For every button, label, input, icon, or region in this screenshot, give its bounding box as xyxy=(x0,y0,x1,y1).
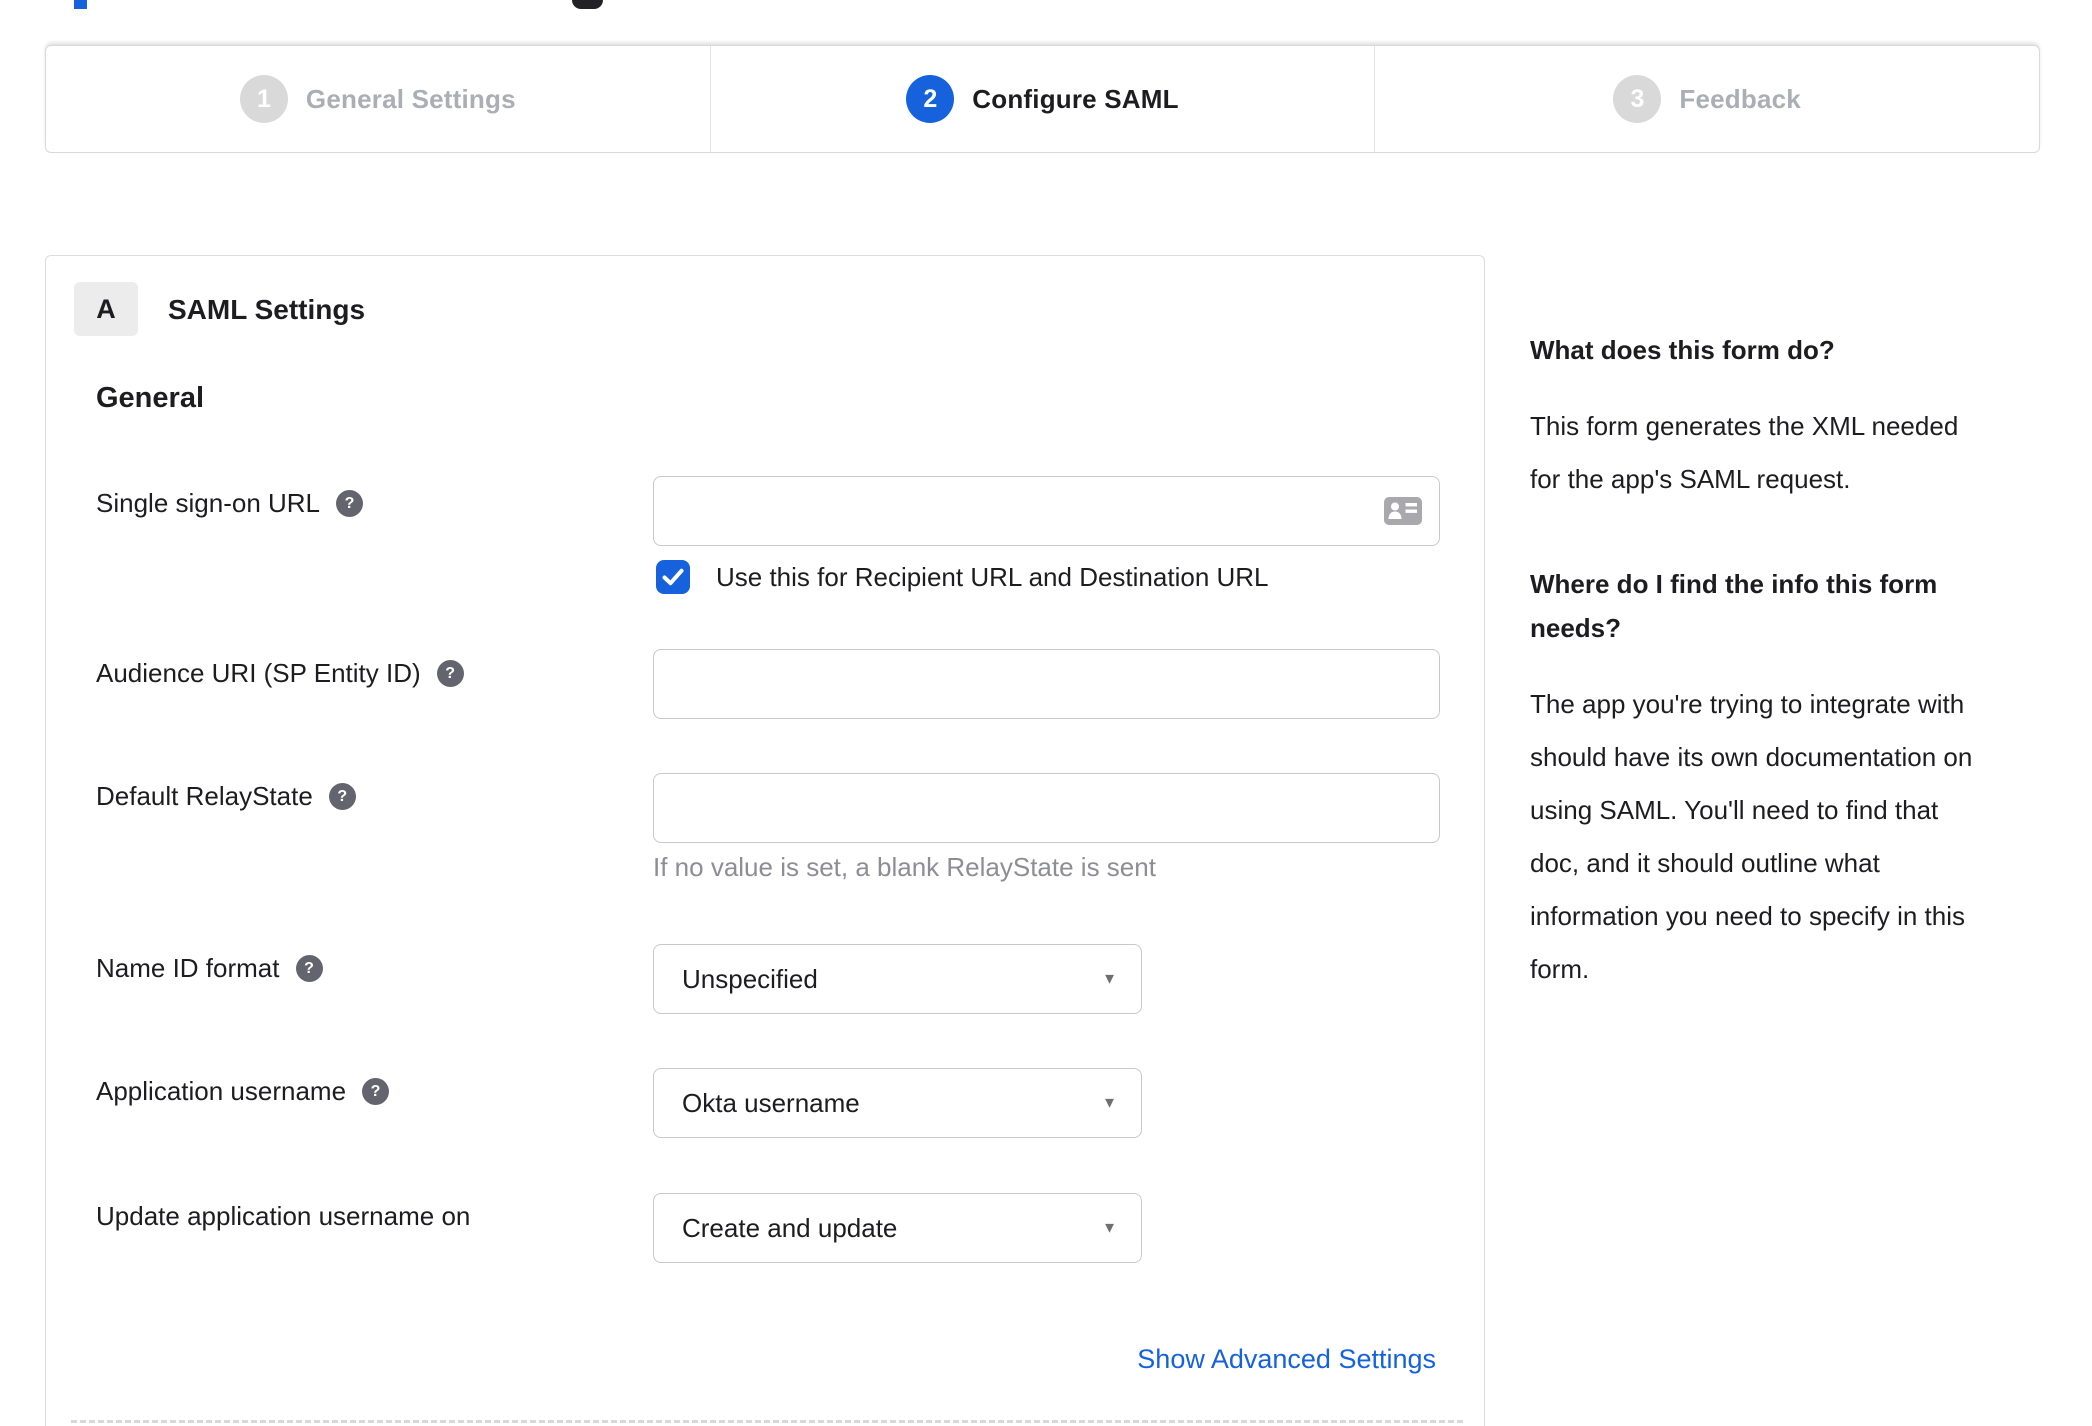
application-username-help-icon[interactable]: ? xyxy=(362,1078,390,1105)
chevron-down-icon: ▼ xyxy=(1102,1094,1117,1112)
step-2-label: Configure SAML xyxy=(972,83,1179,114)
name-id-format-select[interactable]: Unspecified ▼ xyxy=(653,944,1142,1014)
sidebar-answer-1: This form generates the XML needed for t… xyxy=(1530,411,1959,494)
step-1-label: General Settings xyxy=(305,83,516,114)
name-id-format-value: Unspecified xyxy=(682,963,818,994)
sso-url-input[interactable] xyxy=(653,476,1440,546)
cutoff-page-title-fragment xyxy=(74,0,87,9)
relay-state-label: Default RelayState xyxy=(96,781,313,811)
show-advanced-settings-link[interactable]: Show Advanced Settings xyxy=(1137,1344,1436,1375)
audience-uri-input[interactable] xyxy=(653,649,1440,719)
relay-state-help-icon[interactable]: ? xyxy=(328,783,356,810)
wizard-stepper: 1 General Settings 2 Configure SAML 3 Fe… xyxy=(45,45,2040,153)
audience-uri-help-icon[interactable]: ? xyxy=(436,660,464,687)
sidebar-answer-2: The app you're trying to integrate with … xyxy=(1530,689,1973,984)
application-username-label: Application username xyxy=(96,1076,347,1106)
sso-recipient-checkbox-row: Use this for Recipient URL and Destinati… xyxy=(656,560,1269,594)
relay-state-input-wrap xyxy=(653,773,1440,843)
audience-uri-input-wrap xyxy=(653,649,1440,719)
recipient-destination-checkbox-label: Use this for Recipient URL and Destinati… xyxy=(716,561,1269,592)
step-3-number-badge: 3 xyxy=(1613,75,1662,123)
relay-state-input[interactable] xyxy=(653,773,1440,843)
step-general-settings[interactable]: 1 General Settings xyxy=(46,46,710,152)
recipient-destination-checkbox[interactable] xyxy=(656,560,690,594)
sidebar-question-1: What does this form do? xyxy=(1530,335,1835,365)
cutoff-app-logo-fragment xyxy=(572,0,603,9)
step-1-number-badge: 1 xyxy=(239,75,288,123)
application-username-value: Okta username xyxy=(682,1087,860,1118)
update-username-label-row: Update application username on xyxy=(96,1201,470,1232)
name-id-format-help-icon[interactable]: ? xyxy=(295,955,323,982)
sso-url-label-row: Single sign-on URL ? xyxy=(96,488,364,519)
general-section-heading: General xyxy=(96,382,204,414)
chevron-down-icon: ▼ xyxy=(1102,1219,1117,1237)
step-feedback[interactable]: 3 Feedback xyxy=(1374,46,2039,152)
audience-uri-label-row: Audience URI (SP Entity ID) ? xyxy=(96,658,464,689)
check-icon xyxy=(662,568,684,586)
section-a-badge: A xyxy=(74,282,138,336)
relay-state-hint: If no value is set, a blank RelayState i… xyxy=(653,852,1156,882)
panel-title: SAML Settings xyxy=(168,294,366,325)
name-id-format-label: Name ID format xyxy=(96,953,280,983)
contact-card-icon xyxy=(1384,497,1422,525)
step-3-label: Feedback xyxy=(1679,83,1801,114)
application-username-label-row: Application username ? xyxy=(96,1076,390,1107)
saml-settings-panel: A SAML Settings General Single sign-on U… xyxy=(45,255,1485,1426)
update-username-label: Update application username on xyxy=(96,1201,471,1231)
step-configure-saml[interactable]: 2 Configure SAML xyxy=(709,46,1375,152)
section-divider xyxy=(71,1420,1463,1423)
help-sidebar: What does this form do? This form genera… xyxy=(1530,328,2054,996)
sso-url-input-wrap xyxy=(653,476,1440,546)
application-username-select[interactable]: Okta username ▼ xyxy=(653,1068,1142,1138)
update-username-value: Create and update xyxy=(682,1212,898,1243)
audience-uri-label: Audience URI (SP Entity ID) xyxy=(96,658,421,688)
sidebar-question-2: Where do I find the info this form needs… xyxy=(1530,569,1938,643)
chevron-down-icon: ▼ xyxy=(1102,970,1117,988)
step-2-number-badge: 2 xyxy=(906,75,955,123)
sso-url-help-icon[interactable]: ? xyxy=(336,490,364,517)
update-username-select[interactable]: Create and update ▼ xyxy=(653,1193,1142,1263)
name-id-format-label-row: Name ID format ? xyxy=(96,953,323,984)
sso-url-label: Single sign-on URL xyxy=(96,488,321,518)
relay-state-label-row: Default RelayState ? xyxy=(96,781,356,812)
configure-saml-screen: 1 General Settings 2 Configure SAML 3 Fe… xyxy=(0,0,2092,1426)
